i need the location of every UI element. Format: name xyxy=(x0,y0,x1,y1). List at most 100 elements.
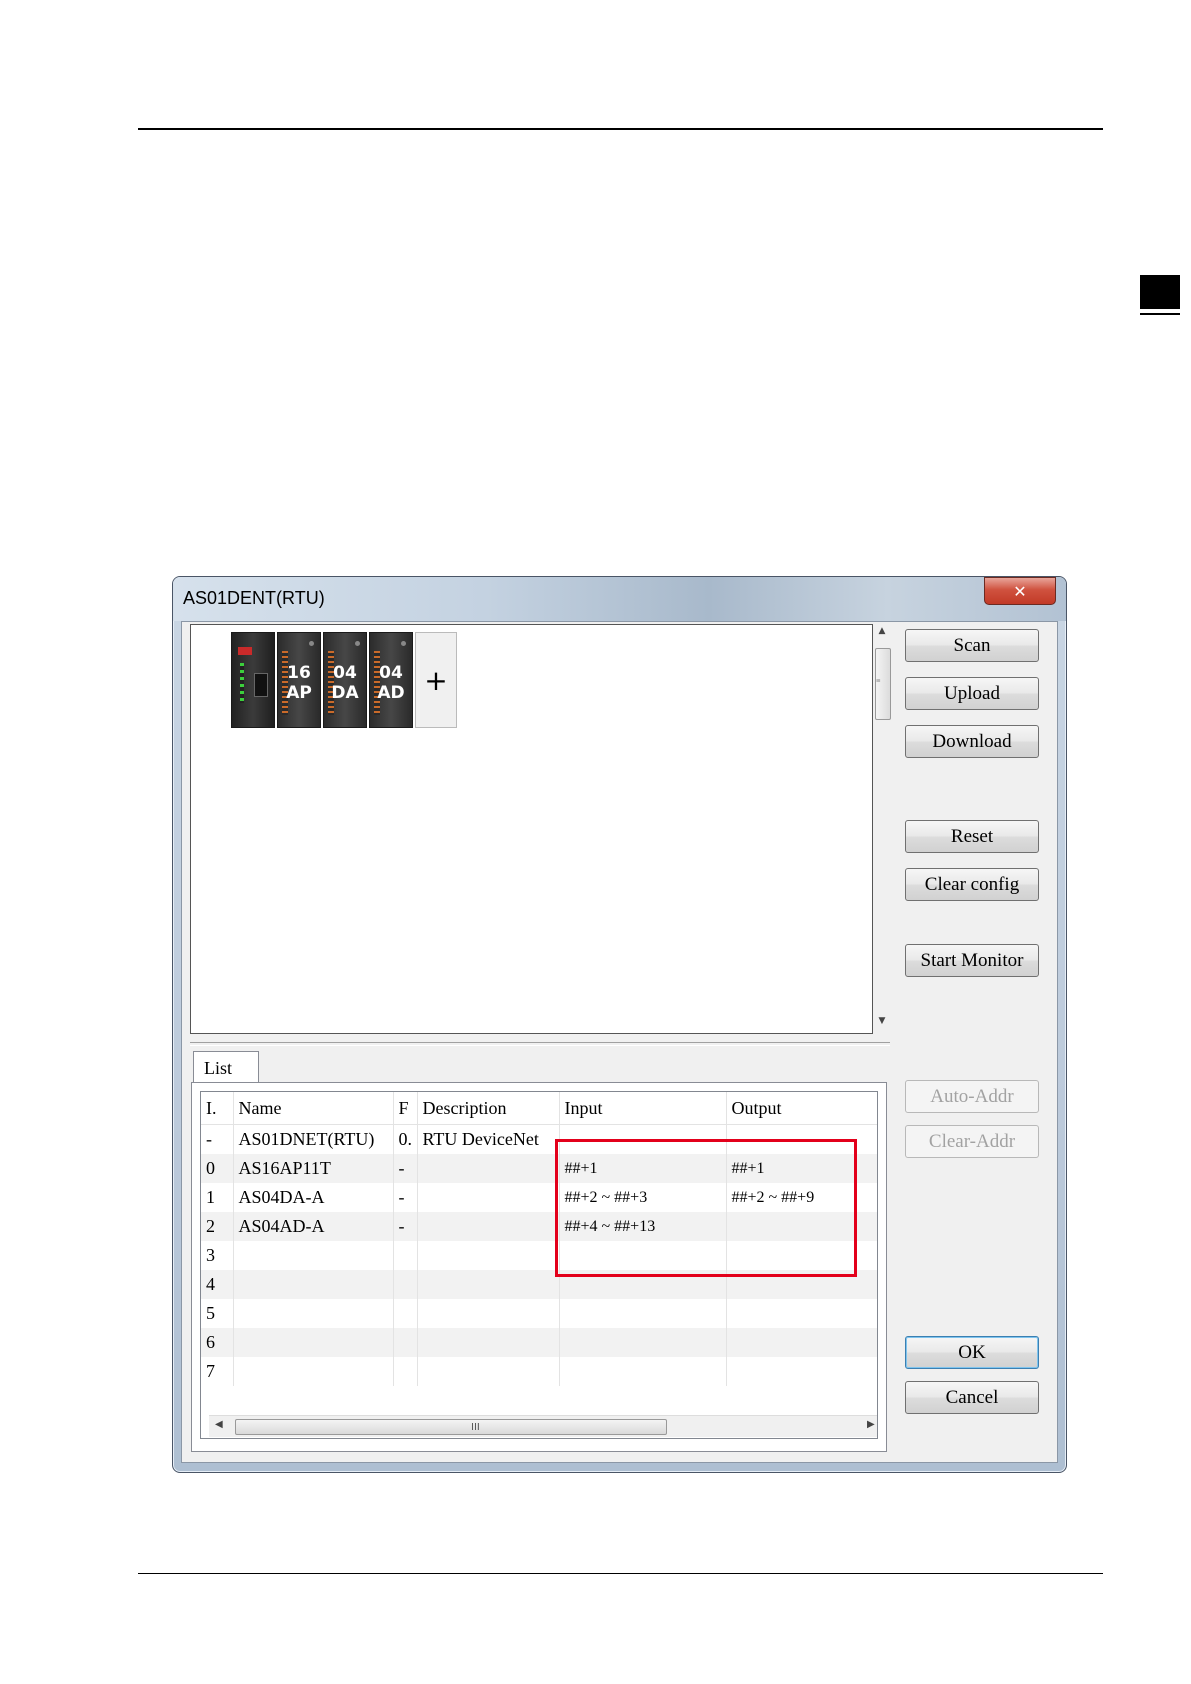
cell-description xyxy=(417,1357,560,1386)
dialog-window: AS01DENT(RTU) ✕ 16 AP 04 DA 04 AD + ▲ ≡ … xyxy=(172,576,1067,1473)
module-label-top: 04 xyxy=(379,663,403,683)
cell-name xyxy=(233,1357,394,1386)
status-leds-icon xyxy=(240,663,244,703)
reset-button[interactable]: Reset xyxy=(905,820,1039,853)
plus-icon: + xyxy=(424,663,448,697)
cell-description xyxy=(417,1270,560,1299)
column-header-f[interactable]: F xyxy=(393,1092,418,1125)
footer-rule xyxy=(138,1573,1103,1574)
cell-name: AS04AD-A xyxy=(233,1212,394,1241)
cell-index: 1 xyxy=(201,1183,234,1212)
module-led-icon xyxy=(401,641,406,646)
cell-name xyxy=(233,1270,394,1299)
cell-name: AS01DNET(RTU) xyxy=(233,1124,394,1154)
cell-f: 0. xyxy=(393,1124,418,1154)
cancel-button[interactable]: Cancel xyxy=(905,1381,1039,1414)
clear-addr-button[interactable]: Clear-Addr xyxy=(905,1125,1039,1158)
table-row[interactable]: 7 xyxy=(201,1357,877,1386)
cell-description: RTU DeviceNet xyxy=(417,1124,560,1154)
auto-addr-button[interactable]: Auto-Addr xyxy=(905,1080,1039,1113)
cell-input xyxy=(559,1328,727,1357)
close-button[interactable]: ✕ xyxy=(984,577,1056,605)
cell-input xyxy=(559,1299,727,1328)
cell-name: AS16AP11T xyxy=(233,1154,394,1183)
start-monitor-button[interactable]: Start Monitor xyxy=(905,944,1039,977)
cell-input xyxy=(559,1357,727,1386)
table-row[interactable]: 6 xyxy=(201,1328,877,1357)
cell-index: 6 xyxy=(201,1328,234,1357)
cell-f: - xyxy=(393,1212,418,1241)
scroll-grip-icon: ≡ xyxy=(876,676,881,685)
column-header-input[interactable]: Input xyxy=(559,1092,727,1125)
horizontal-scroll-thumb[interactable]: III xyxy=(235,1419,667,1435)
port-icon xyxy=(254,673,268,697)
module-rtu[interactable] xyxy=(231,632,275,728)
cell-description xyxy=(417,1212,560,1241)
upload-button[interactable]: Upload xyxy=(905,677,1039,710)
cell-index: 4 xyxy=(201,1270,234,1299)
canvas-vertical-scrollbar[interactable]: ▲ ≡ ▼ xyxy=(873,624,891,1032)
scroll-grip-icon: III xyxy=(471,1422,480,1433)
table-row[interactable]: 5 xyxy=(201,1299,877,1328)
table-header-row: I. Name F Description Input Output xyxy=(201,1092,877,1125)
ok-button[interactable]: OK xyxy=(905,1336,1039,1369)
cell-description xyxy=(417,1241,560,1270)
cell-index: - xyxy=(201,1124,234,1154)
tab-list[interactable]: List xyxy=(193,1051,259,1083)
cell-name xyxy=(233,1241,394,1270)
cell-name xyxy=(233,1328,394,1357)
module-label-bottom: DA xyxy=(331,683,359,703)
column-header-output[interactable]: Output xyxy=(726,1092,877,1125)
cell-index: 2 xyxy=(201,1212,234,1241)
download-button[interactable]: Download xyxy=(905,725,1039,758)
scan-button[interactable]: Scan xyxy=(905,629,1039,662)
module-label-bottom: AD xyxy=(377,683,405,703)
module-04ad[interactable]: 04 AD xyxy=(369,632,413,728)
chapter-tab-marker xyxy=(1140,275,1180,315)
header-rule xyxy=(138,128,1103,130)
cell-f xyxy=(393,1241,418,1270)
cell-output xyxy=(726,1357,877,1386)
column-header-name[interactable]: Name xyxy=(233,1092,394,1125)
module-label-top: 04 xyxy=(333,663,357,683)
cell-index: 7 xyxy=(201,1357,234,1386)
cell-f: - xyxy=(393,1183,418,1212)
scroll-up-icon[interactable]: ▲ xyxy=(873,626,891,640)
close-icon: ✕ xyxy=(1013,581,1027,601)
module-label-bottom: AP xyxy=(286,683,312,703)
clear-config-button[interactable]: Clear config xyxy=(905,868,1039,901)
cell-output xyxy=(726,1328,877,1357)
io-address-highlight-box xyxy=(555,1139,857,1277)
cell-index: 5 xyxy=(201,1299,234,1328)
column-header-index[interactable]: I. xyxy=(201,1092,234,1125)
cell-description xyxy=(417,1299,560,1328)
cell-f: - xyxy=(393,1154,418,1183)
scroll-down-icon[interactable]: ▼ xyxy=(873,1016,891,1030)
rack-canvas[interactable]: 16 AP 04 DA 04 AD + xyxy=(190,624,873,1034)
section-divider xyxy=(190,1042,890,1046)
module-16ap[interactable]: 16 AP xyxy=(277,632,321,728)
cell-name: AS04DA-A xyxy=(233,1183,394,1212)
module-label-top: 16 xyxy=(287,663,311,683)
module-display-icon xyxy=(238,647,252,655)
scroll-left-icon[interactable]: ◀ xyxy=(215,1419,223,1430)
window-title: AS01DENT(RTU) xyxy=(183,588,325,608)
cell-f xyxy=(393,1328,418,1357)
scroll-right-icon[interactable]: ▶ xyxy=(867,1419,875,1430)
cell-index: 0 xyxy=(201,1154,234,1183)
module-rack: 16 AP 04 DA 04 AD + xyxy=(231,632,457,728)
cell-name xyxy=(233,1299,394,1328)
module-led-icon xyxy=(309,641,314,646)
cell-description xyxy=(417,1154,560,1183)
cell-description xyxy=(417,1328,560,1357)
list-horizontal-scrollbar[interactable]: ◀ III ▶ xyxy=(209,1415,877,1437)
cell-f xyxy=(393,1299,418,1328)
cell-index: 3 xyxy=(201,1241,234,1270)
cell-f xyxy=(393,1270,418,1299)
module-04da[interactable]: 04 DA xyxy=(323,632,367,728)
cell-description xyxy=(417,1183,560,1212)
cell-f xyxy=(393,1357,418,1386)
add-module-button[interactable]: + xyxy=(415,632,457,728)
column-header-description[interactable]: Description xyxy=(417,1092,560,1125)
title-bar[interactable]: AS01DENT(RTU) ✕ xyxy=(173,577,1066,621)
